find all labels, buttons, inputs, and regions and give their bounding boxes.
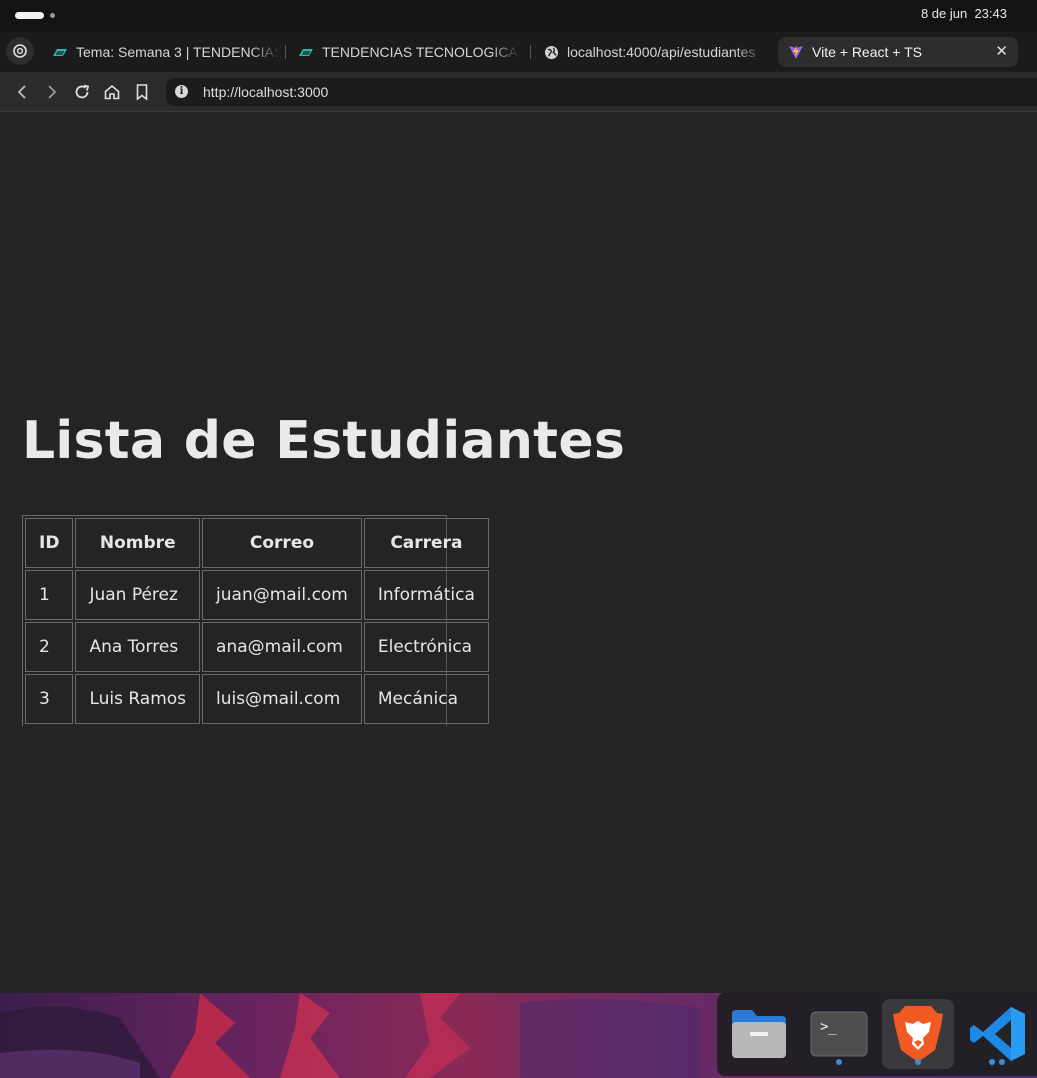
tab-api-estudiantes[interactable]: localhost:4000/api/estudiantes: [543, 37, 765, 67]
browser-tab-strip: Tema: Semana 3 | TENDENCIAS TENDENCIAS T…: [0, 32, 1037, 72]
url-text[interactable]: http://localhost:3000: [203, 84, 328, 100]
running-indicator: [999, 1059, 1005, 1065]
terminal-icon: >_: [810, 1011, 868, 1057]
home-icon: [104, 84, 120, 100]
terminal-icon-label: >_: [820, 1019, 837, 1035]
cell-id: 1: [25, 570, 74, 620]
tab-vite-react[interactable]: Vite + React + TS ✕: [778, 37, 1018, 67]
home-button[interactable]: [102, 82, 122, 102]
brave-browser-icon: [893, 1006, 943, 1062]
running-indicator: [915, 1059, 921, 1065]
table-header-row: ID Nombre Correo Carrera: [25, 518, 489, 568]
bookmark-button[interactable]: [132, 82, 152, 102]
tab-label: Vite + React + TS: [812, 44, 922, 60]
activities-indicator[interactable]: [15, 12, 44, 19]
cell-id: 3: [25, 674, 74, 724]
browser-toolbar: i http://localhost:3000: [0, 72, 1037, 112]
students-table: ID Nombre Correo Carrera 1 Juan Pérez ju…: [23, 516, 491, 726]
students-table-container: ID Nombre Correo Carrera 1 Juan Pérez ju…: [22, 515, 489, 726]
cell-correo: ana@mail.com: [202, 622, 362, 672]
header-carrera: Carrera: [363, 518, 489, 568]
reload-icon: [75, 84, 90, 99]
cell-nombre: Luis Ramos: [75, 674, 201, 724]
table-row: 1 Juan Pérez juan@mail.com Informática: [25, 570, 489, 620]
system-top-bar: 8 de jun 23:43: [0, 0, 1037, 32]
chevron-right-icon: [48, 85, 57, 99]
clock-time: 23:43: [974, 6, 1007, 21]
dock-terminal[interactable]: >_: [803, 999, 875, 1069]
table-row: 3 Luis Ramos luis@mail.com Mecánica: [25, 674, 489, 724]
clock-date: 8 de jun: [920, 6, 968, 21]
chevron-left-icon: [17, 85, 26, 99]
table-row: 2 Ana Torres ana@mail.com Electrónica: [25, 622, 489, 672]
dock-vscode[interactable]: [962, 999, 1034, 1069]
cell-id: 2: [25, 622, 74, 672]
cell-carrera: Mecánica: [363, 674, 489, 724]
cell-correo: juan@mail.com: [202, 570, 362, 620]
page-title: Lista de Estudiantes: [22, 411, 626, 471]
globe-icon: [543, 44, 559, 60]
tab-label: localhost:4000/api/estudiantes: [567, 44, 756, 60]
workspace-dot: [50, 13, 55, 18]
forward-button[interactable]: [42, 82, 62, 102]
cell-carrera: Electrónica: [363, 622, 489, 672]
header-correo: Correo: [202, 518, 362, 568]
dock: >_: [717, 993, 1037, 1076]
reload-button[interactable]: [72, 82, 92, 102]
dock-brave[interactable]: [882, 999, 954, 1069]
cell-nombre: Juan Pérez: [75, 570, 201, 620]
back-button[interactable]: [12, 82, 32, 102]
info-icon[interactable]: i: [175, 85, 188, 98]
address-bar[interactable]: i http://localhost:3000: [166, 78, 1037, 106]
close-tab-icon[interactable]: ✕: [995, 42, 1008, 60]
cell-correo: luis@mail.com: [202, 674, 362, 724]
chatgpt-icon: [13, 44, 27, 58]
header-nombre: Nombre: [75, 518, 201, 568]
vite-icon: [788, 44, 804, 60]
tab-tendencias[interactable]: TENDENCIAS TECNOLOGICAS: [298, 37, 520, 67]
tab-moodle-semana3[interactable]: Tema: Semana 3 | TENDENCIAS: [52, 37, 280, 67]
cell-carrera: Informática: [363, 570, 489, 620]
system-clock[interactable]: 8 de jun 23:43: [921, 6, 1007, 21]
dock-files[interactable]: [723, 999, 795, 1069]
running-indicator: [836, 1059, 842, 1065]
running-indicator: [989, 1059, 995, 1065]
browser-menu-button[interactable]: [6, 37, 34, 65]
moodle-icon: [52, 44, 68, 60]
moodle-icon: [298, 44, 314, 60]
files-icon: [732, 1010, 786, 1058]
page-content: Lista de Estudiantes ID Nombre Correo Ca…: [0, 113, 1037, 993]
cell-nombre: Ana Torres: [75, 622, 201, 672]
bookmark-icon: [136, 84, 148, 101]
header-id: ID: [25, 518, 74, 568]
vscode-icon: [970, 1007, 1025, 1061]
